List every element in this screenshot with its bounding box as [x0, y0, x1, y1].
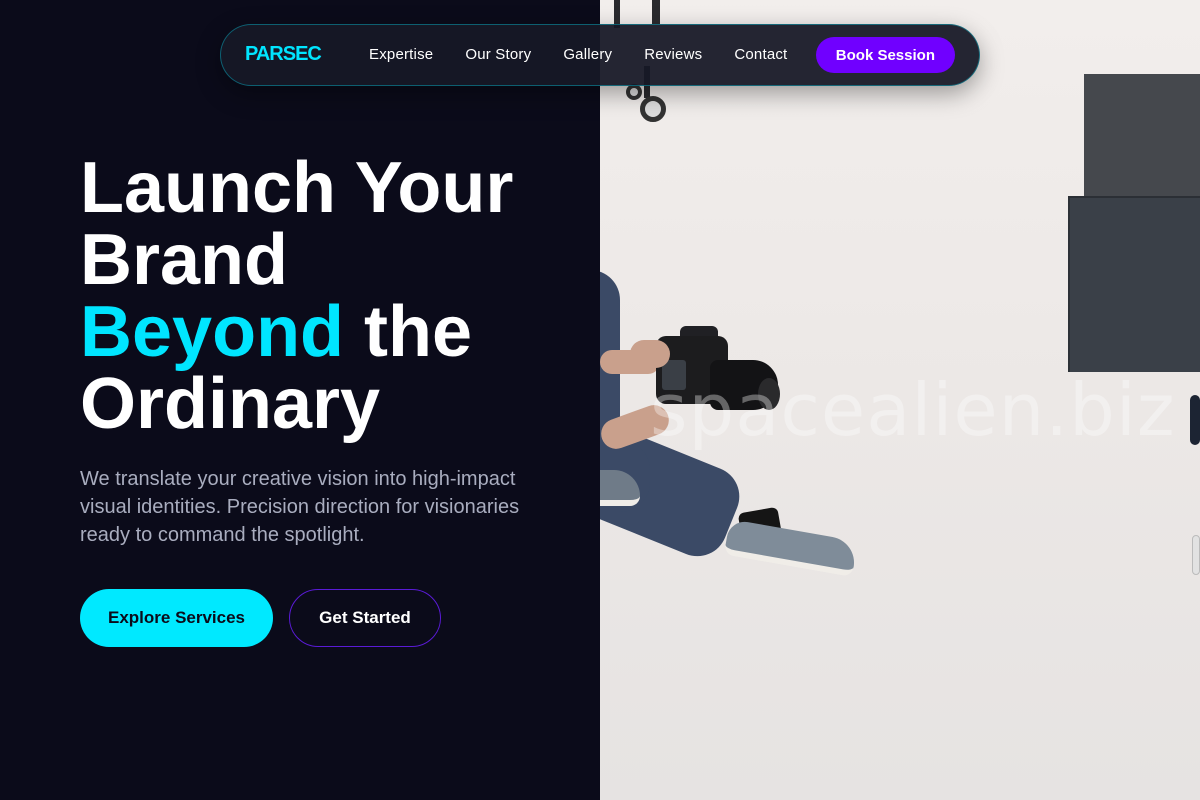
- nav-link-expertise[interactable]: Expertise: [369, 46, 433, 63]
- studio-box-edge: [1068, 196, 1200, 198]
- studio-box-top: [1084, 74, 1200, 198]
- hero-subtitle: We translate your creative vision into h…: [80, 468, 520, 546]
- nav-link-gallery[interactable]: Gallery: [563, 46, 612, 63]
- nav-link-reviews[interactable]: Reviews: [644, 46, 702, 63]
- hero-photo: spacealien.biz: [600, 0, 1200, 800]
- tripod-wheel: [626, 84, 642, 100]
- explore-services-button[interactable]: Explore Services: [80, 589, 273, 647]
- nav-link-contact[interactable]: Contact: [734, 46, 787, 63]
- nav-links: Expertise Our Story Gallery Reviews Cont…: [369, 46, 819, 63]
- top-navbar: PARSEC Expertise Our Story Gallery Revie…: [220, 24, 980, 86]
- shoe-edge: [1192, 535, 1200, 575]
- get-started-button[interactable]: Get Started: [289, 589, 441, 647]
- tripod-wheel: [640, 96, 666, 122]
- hand: [630, 340, 670, 368]
- headline-accent: Beyond: [80, 292, 345, 372]
- brand-logo[interactable]: PARSEC: [245, 43, 322, 66]
- bag-strap: [1190, 395, 1200, 445]
- headline-line1: Launch Your Brand: [80, 148, 514, 300]
- sneaker: [723, 518, 859, 578]
- tripod-leg: [652, 0, 660, 24]
- book-session-button[interactable]: Book Session: [815, 37, 955, 73]
- hero-headline: Launch Your Brand Beyond the Ordinary: [80, 152, 580, 440]
- watermark-text: spacealien.biz: [650, 368, 1176, 452]
- studio-box-front: [1068, 196, 1200, 372]
- nav-link-our-story[interactable]: Our Story: [465, 46, 531, 63]
